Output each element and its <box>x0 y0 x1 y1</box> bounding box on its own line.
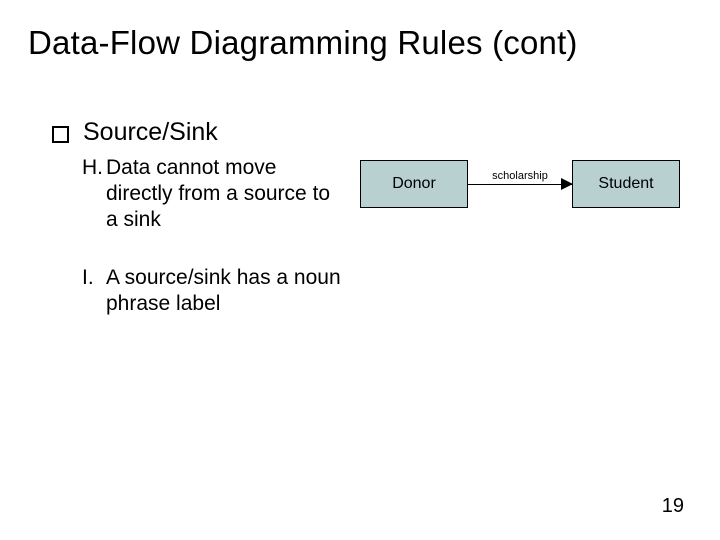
arrow-line-icon <box>468 184 572 185</box>
arrow-head-icon <box>561 178 573 190</box>
item-letter: H. <box>82 155 106 181</box>
flow-label: scholarship <box>468 170 572 182</box>
item-text: Data cannot move directly from a source … <box>106 155 346 233</box>
page-number: 19 <box>662 495 684 518</box>
list-item-I: I. A source/sink has a noun phrase label <box>82 265 362 317</box>
item-text: A source/sink has a noun phrase label <box>106 265 346 317</box>
bullet-source-sink: Source/Sink <box>52 118 218 147</box>
slide: Data-Flow Diagramming Rules (cont) Sourc… <box>0 0 720 540</box>
list-item-H: H. Data cannot move directly from a sour… <box>82 155 362 233</box>
hollow-square-bullet-icon <box>52 126 69 143</box>
dfd-diagram: Donor scholarship Student <box>360 152 700 216</box>
item-letter: I. <box>82 265 106 291</box>
page-title: Data-Flow Diagramming Rules (cont) <box>28 24 578 62</box>
bullet-label: Source/Sink <box>83 118 218 147</box>
sink-box-student: Student <box>572 160 680 208</box>
flow-arrow: scholarship <box>468 160 572 208</box>
source-box-donor: Donor <box>360 160 468 208</box>
